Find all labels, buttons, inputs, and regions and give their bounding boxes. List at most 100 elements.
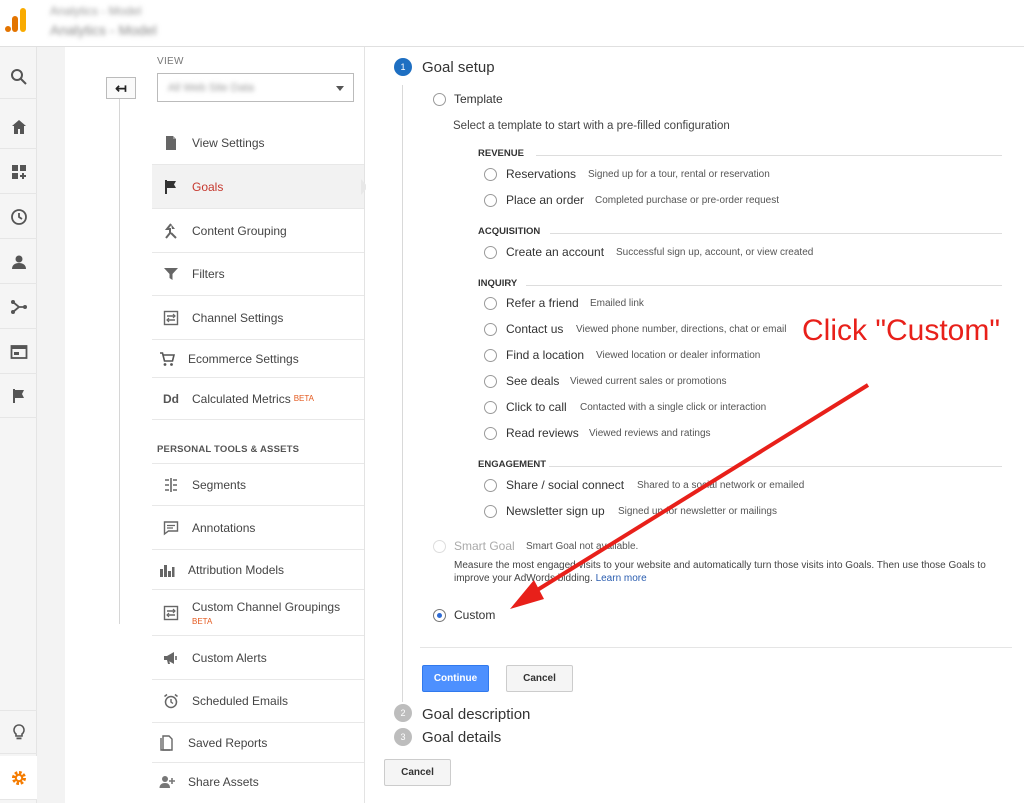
learn-more-link[interactable]: Learn more <box>596 573 647 584</box>
step-3-title[interactable]: Goal details <box>422 729 501 746</box>
option-desc: Signed up for newsletter or mailings <box>618 506 777 517</box>
menu-channel-settings[interactable]: Channel Settings <box>152 296 364 340</box>
channel-settings-icon <box>160 310 182 326</box>
custom-radio[interactable] <box>433 609 446 622</box>
cancel-button[interactable]: Cancel <box>506 665 573 692</box>
dashboard-icon[interactable] <box>0 150 37 194</box>
category-acquisition: ACQUISITION <box>478 226 541 237</box>
left-nav-rail <box>0 47 37 803</box>
gear-icon[interactable] <box>0 756 37 800</box>
menu-share-assets[interactable]: Share Assets <box>152 763 364 801</box>
menu-label: Filters <box>192 267 225 281</box>
person-icon[interactable] <box>0 240 37 284</box>
flow-icon[interactable] <box>0 285 37 329</box>
menu-saved-reports[interactable]: Saved Reports <box>152 723 364 763</box>
click-to-call-radio[interactable] <box>484 401 497 414</box>
option-label[interactable]: Click to call <box>506 400 567 414</box>
bar-chart-icon <box>156 562 178 578</box>
category-rule <box>549 466 1002 467</box>
option-label[interactable]: Find a location <box>506 348 584 362</box>
menu-custom-channel-groupings[interactable]: Custom Channel Groupings BETA <box>152 590 364 636</box>
template-label[interactable]: Template <box>454 92 503 106</box>
continue-button[interactable]: Continue <box>422 665 489 692</box>
menu-label: Content Grouping <box>192 223 287 238</box>
flag-icon[interactable] <box>0 374 37 418</box>
option-desc: Contacted with a single click or interac… <box>580 402 767 413</box>
cart-icon <box>156 351 178 367</box>
menu-view-settings[interactable]: View Settings <box>152 121 364 165</box>
step-1-badge: 1 <box>394 58 412 76</box>
option-desc: Viewed location or dealer information <box>596 350 761 361</box>
menu-scheduled-emails[interactable]: Scheduled Emails <box>152 680 364 723</box>
step-connector <box>402 85 403 702</box>
chevron-down-icon <box>336 86 344 91</box>
option-label[interactable]: Newsletter sign up <box>506 504 605 518</box>
option-label[interactable]: Read reviews <box>506 426 579 440</box>
find-location-radio[interactable] <box>484 349 497 362</box>
step-2-title[interactable]: Goal description <box>422 706 530 723</box>
share-social-radio[interactable] <box>484 479 497 492</box>
menu-label: Calculated Metrics <box>192 391 291 406</box>
menu-calculated-metrics[interactable]: Dd Calculated Metrics BETA <box>152 378 364 420</box>
divider <box>420 647 1012 648</box>
custom-label[interactable]: Custom <box>454 608 495 622</box>
option-label[interactable]: Contact us <box>506 322 563 336</box>
annotation-callout: Click "Custom" <box>802 314 1000 347</box>
share-person-icon <box>156 774 178 790</box>
option-label[interactable]: Place an order <box>506 193 584 207</box>
newsletter-radio[interactable] <box>484 505 497 518</box>
category-inquiry: INQUIRY <box>478 278 518 289</box>
place-order-radio[interactable] <box>484 194 497 207</box>
menu-filters[interactable]: Filters <box>152 253 364 296</box>
analytics-logo-icon[interactable] <box>4 6 28 34</box>
option-desc: Successful sign up, account, or view cre… <box>616 247 814 258</box>
back-arrow-icon: ↤ <box>115 79 127 96</box>
menu-segments[interactable]: Segments <box>152 463 364 506</box>
menu-label: Goals <box>192 179 224 194</box>
template-radio[interactable] <box>433 93 446 106</box>
option-desc: Signed up for a tour, rental or reservat… <box>588 169 770 180</box>
dd-icon: Dd <box>163 391 179 406</box>
menu-label: Ecommerce Settings <box>188 351 299 366</box>
top-header: Analytics - Model Analytics - Model <box>0 0 1024 47</box>
read-reviews-radio[interactable] <box>484 427 497 440</box>
beta-badge: BETA <box>293 394 315 403</box>
bottom-cancel-button[interactable]: Cancel <box>384 759 451 786</box>
menu-custom-alerts[interactable]: Custom Alerts <box>152 636 364 680</box>
option-desc: Shared to a social network or emailed <box>637 480 805 491</box>
collapse-back-button[interactable]: ↤ <box>106 77 136 99</box>
account-selector[interactable]: Analytics - Model Analytics - Model <box>50 4 157 38</box>
contact-us-radio[interactable] <box>484 323 497 336</box>
home-icon[interactable] <box>0 105 37 149</box>
option-label[interactable]: See deals <box>506 374 559 388</box>
reservations-radio[interactable] <box>484 168 497 181</box>
option-label[interactable]: Refer a friend <box>506 296 579 310</box>
view-dropdown-value: All Web Site Data <box>168 82 255 94</box>
clock-icon[interactable] <box>0 195 37 239</box>
step-1-title[interactable]: Goal setup <box>422 59 495 76</box>
category-rule <box>526 285 1002 286</box>
smart-goal-label: Smart Goal <box>454 539 515 553</box>
window-icon[interactable] <box>0 330 37 374</box>
lightbulb-icon[interactable] <box>0 710 37 754</box>
option-label[interactable]: Share / social connect <box>506 478 624 492</box>
property-name: Analytics - Model <box>50 22 157 38</box>
menu-attribution-models[interactable]: Attribution Models <box>152 550 364 590</box>
menu-label: Saved Reports <box>188 735 268 750</box>
menu-annotations[interactable]: Annotations <box>152 506 364 550</box>
saved-report-icon <box>156 734 178 751</box>
search-icon[interactable] <box>0 55 37 99</box>
step-2-badge: 2 <box>394 704 412 722</box>
menu-content-grouping[interactable]: Content Grouping <box>152 209 364 253</box>
see-deals-radio[interactable] <box>484 375 497 388</box>
option-label[interactable]: Reservations <box>506 167 576 181</box>
menu-ecommerce-settings[interactable]: Ecommerce Settings <box>152 340 364 378</box>
menu-goals[interactable]: Goals <box>152 165 364 209</box>
option-label[interactable]: Create an account <box>506 245 604 259</box>
filter-icon <box>160 266 182 282</box>
refer-friend-radio[interactable] <box>484 297 497 310</box>
admin-view-column: ↤ VIEW All Web Site Data View Settings G… <box>65 47 368 803</box>
create-account-radio[interactable] <box>484 246 497 259</box>
view-dropdown[interactable]: All Web Site Data <box>157 73 354 102</box>
option-desc: Viewed current sales or promotions <box>570 376 727 387</box>
